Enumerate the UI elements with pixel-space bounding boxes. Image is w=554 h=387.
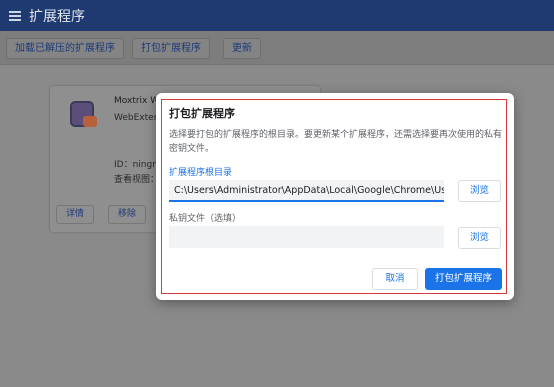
app-header: 扩展程序 bbox=[0, 0, 554, 31]
private-key-label: 私钥文件（选填） bbox=[169, 214, 242, 224]
extensions-page: 扩展程序 加载已解压的扩展程序 打包扩展程序 更新 Moxtrix W WebE… bbox=[0, 0, 554, 387]
pack-button[interactable]: 打包扩展程序 bbox=[425, 268, 502, 290]
root-directory-input[interactable]: C:\Users\Administrator\AppData\Local\Goo… bbox=[169, 180, 444, 202]
menu-icon[interactable] bbox=[9, 10, 21, 21]
update-button[interactable]: 更新 bbox=[223, 38, 261, 59]
load-unpacked-button[interactable]: 加载已解压的扩展程序 bbox=[6, 38, 124, 59]
pack-extension-dialog: 打包扩展程序 选择要打包的扩展程序的根目录。要更新某个扩展程序，还需选择要再次使… bbox=[156, 93, 514, 300]
dialog-description: 选择要打包的扩展程序的根目录。要更新某个扩展程序，还需选择要再次使用的私有密钥文… bbox=[169, 130, 503, 154]
dialog-title: 打包扩展程序 bbox=[169, 107, 235, 120]
extension-name: Moxtrix W bbox=[114, 96, 160, 106]
cancel-button[interactable]: 取消 bbox=[372, 268, 418, 290]
extension-badge-icon bbox=[83, 116, 97, 127]
root-directory-label: 扩展程序根目录 bbox=[169, 168, 233, 178]
details-button[interactable]: 详情 bbox=[56, 205, 95, 224]
private-key-input[interactable] bbox=[169, 226, 444, 248]
remove-button[interactable]: 移除 bbox=[108, 205, 147, 224]
browse-key-button[interactable]: 浏览 bbox=[458, 227, 501, 249]
toolbar: 加载已解压的扩展程序 打包扩展程序 更新 bbox=[0, 31, 554, 65]
browse-root-button[interactable]: 浏览 bbox=[458, 180, 501, 202]
page-title: 扩展程序 bbox=[29, 8, 85, 25]
extension-views: 查看视图： bbox=[114, 175, 160, 185]
extension-id: ID：ningn bbox=[114, 160, 158, 170]
extension-subtitle: WebExten bbox=[114, 113, 160, 123]
pack-extension-button[interactable]: 打包扩展程序 bbox=[132, 38, 210, 59]
